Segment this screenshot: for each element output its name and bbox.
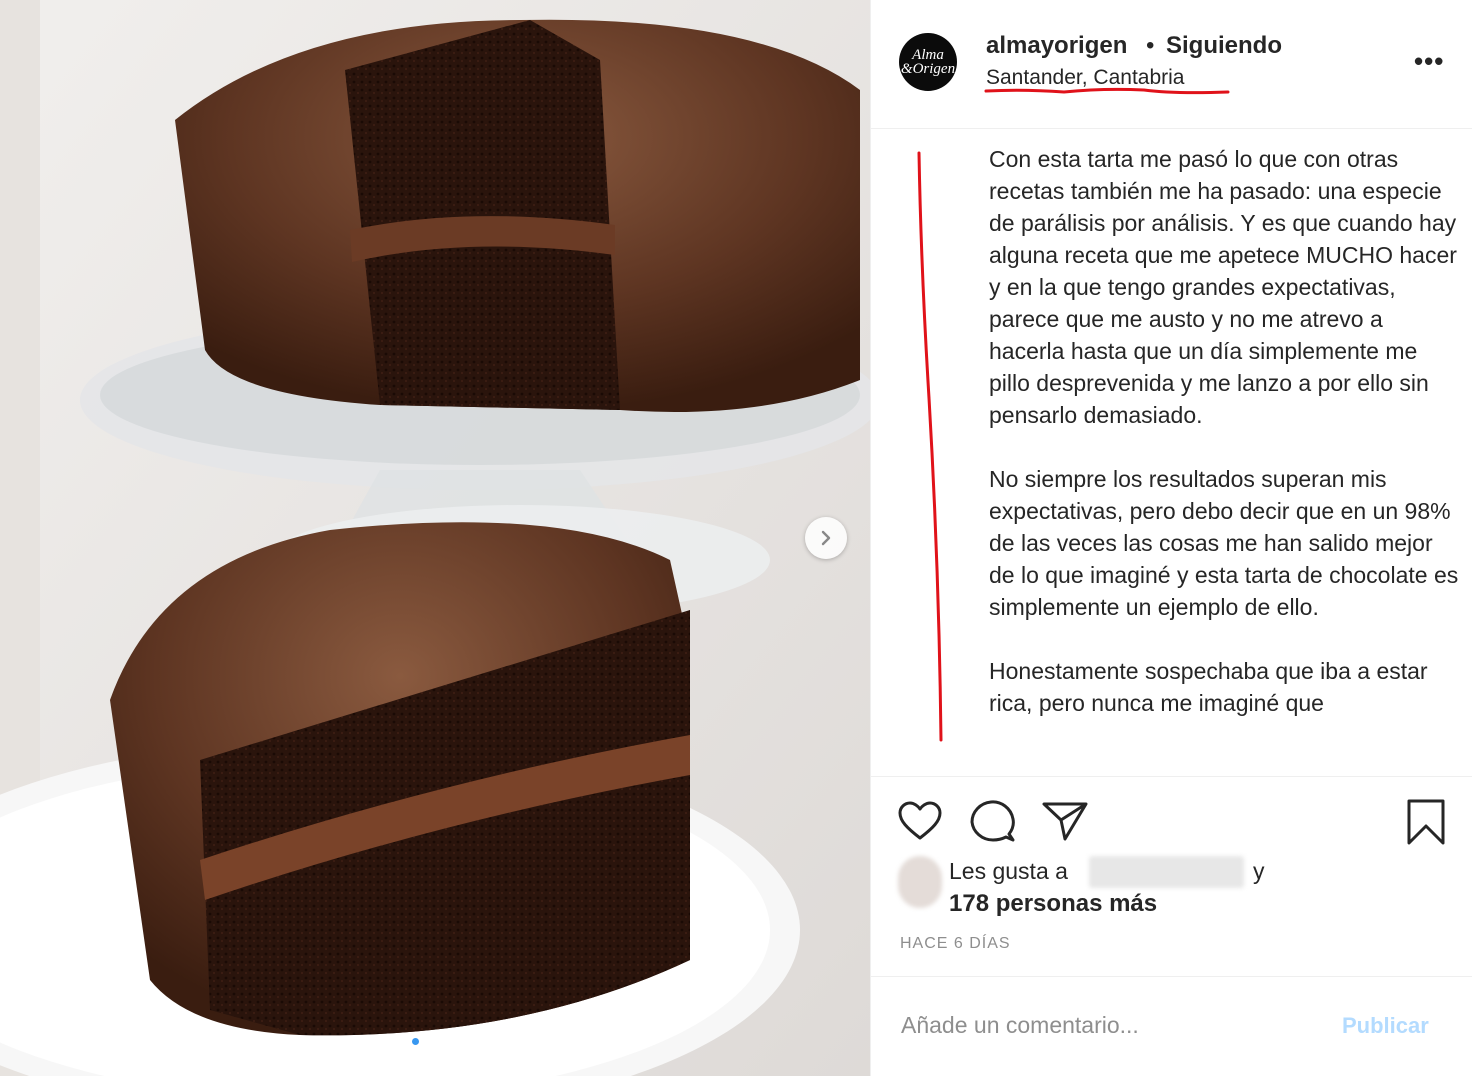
avatar-text: Alma bbox=[912, 47, 944, 63]
comment-form: Publicar bbox=[871, 976, 1472, 1076]
post-image[interactable] bbox=[0, 0, 870, 1076]
separator-dot: • bbox=[1146, 32, 1155, 59]
blurred-liker-name[interactable] bbox=[1089, 856, 1244, 888]
caption-text: Con esta tarta me pasó lo que con otras … bbox=[989, 143, 1459, 751]
chevron-right-icon bbox=[821, 530, 831, 546]
comment-bubble-icon[interactable] bbox=[968, 798, 1016, 844]
avatar[interactable]: Alma &Origen bbox=[899, 33, 957, 91]
username-link[interactable]: almayorigen bbox=[986, 32, 1127, 60]
heart-icon[interactable] bbox=[897, 800, 943, 842]
post-header: Alma &Origen almayorigen • Siguiendo San… bbox=[871, 0, 1472, 129]
red-underline-annotation bbox=[984, 87, 1230, 95]
caption-paragraph: Con esta tarta me pasó lo que con otras … bbox=[989, 146, 1457, 428]
post-actions: Les gusta a y 178 personas más HACE 6 DÍ… bbox=[871, 776, 1472, 976]
liker-avatar[interactable] bbox=[898, 856, 942, 908]
following-button[interactable]: Siguiendo bbox=[1166, 32, 1282, 60]
carousel-dot bbox=[412, 1038, 419, 1045]
caption-area: Con esta tarta me pasó lo que con otras … bbox=[871, 128, 1472, 777]
avatar-text: &Origen bbox=[900, 61, 956, 77]
post-side-panel: Alma &Origen almayorigen • Siguiendo San… bbox=[870, 0, 1472, 1076]
chocolate-cake-illustration bbox=[0, 0, 870, 1076]
carousel-dot bbox=[425, 1038, 432, 1045]
likes-prefix: Les gusta a bbox=[949, 858, 1068, 884]
carousel-dots bbox=[412, 1038, 432, 1045]
publish-button[interactable]: Publicar bbox=[1342, 1013, 1429, 1039]
paper-plane-icon[interactable] bbox=[1041, 800, 1089, 842]
likes-count-link[interactable]: 178 personas más bbox=[949, 890, 1157, 918]
comment-input[interactable] bbox=[899, 1011, 1323, 1040]
caption-paragraph: Honestamente sospechaba que iba a estar … bbox=[989, 658, 1428, 716]
likes-conjunction: y bbox=[1253, 858, 1265, 884]
more-options-button[interactable]: ••• bbox=[1414, 46, 1444, 77]
caption-paragraph: No siempre los resultados superan mis ex… bbox=[989, 466, 1459, 620]
red-vertical-annotation bbox=[917, 151, 943, 742]
bookmark-icon[interactable] bbox=[1405, 798, 1447, 846]
post-timestamp[interactable]: HACE 6 DÍAS bbox=[900, 935, 1011, 953]
next-image-button[interactable] bbox=[805, 517, 847, 559]
